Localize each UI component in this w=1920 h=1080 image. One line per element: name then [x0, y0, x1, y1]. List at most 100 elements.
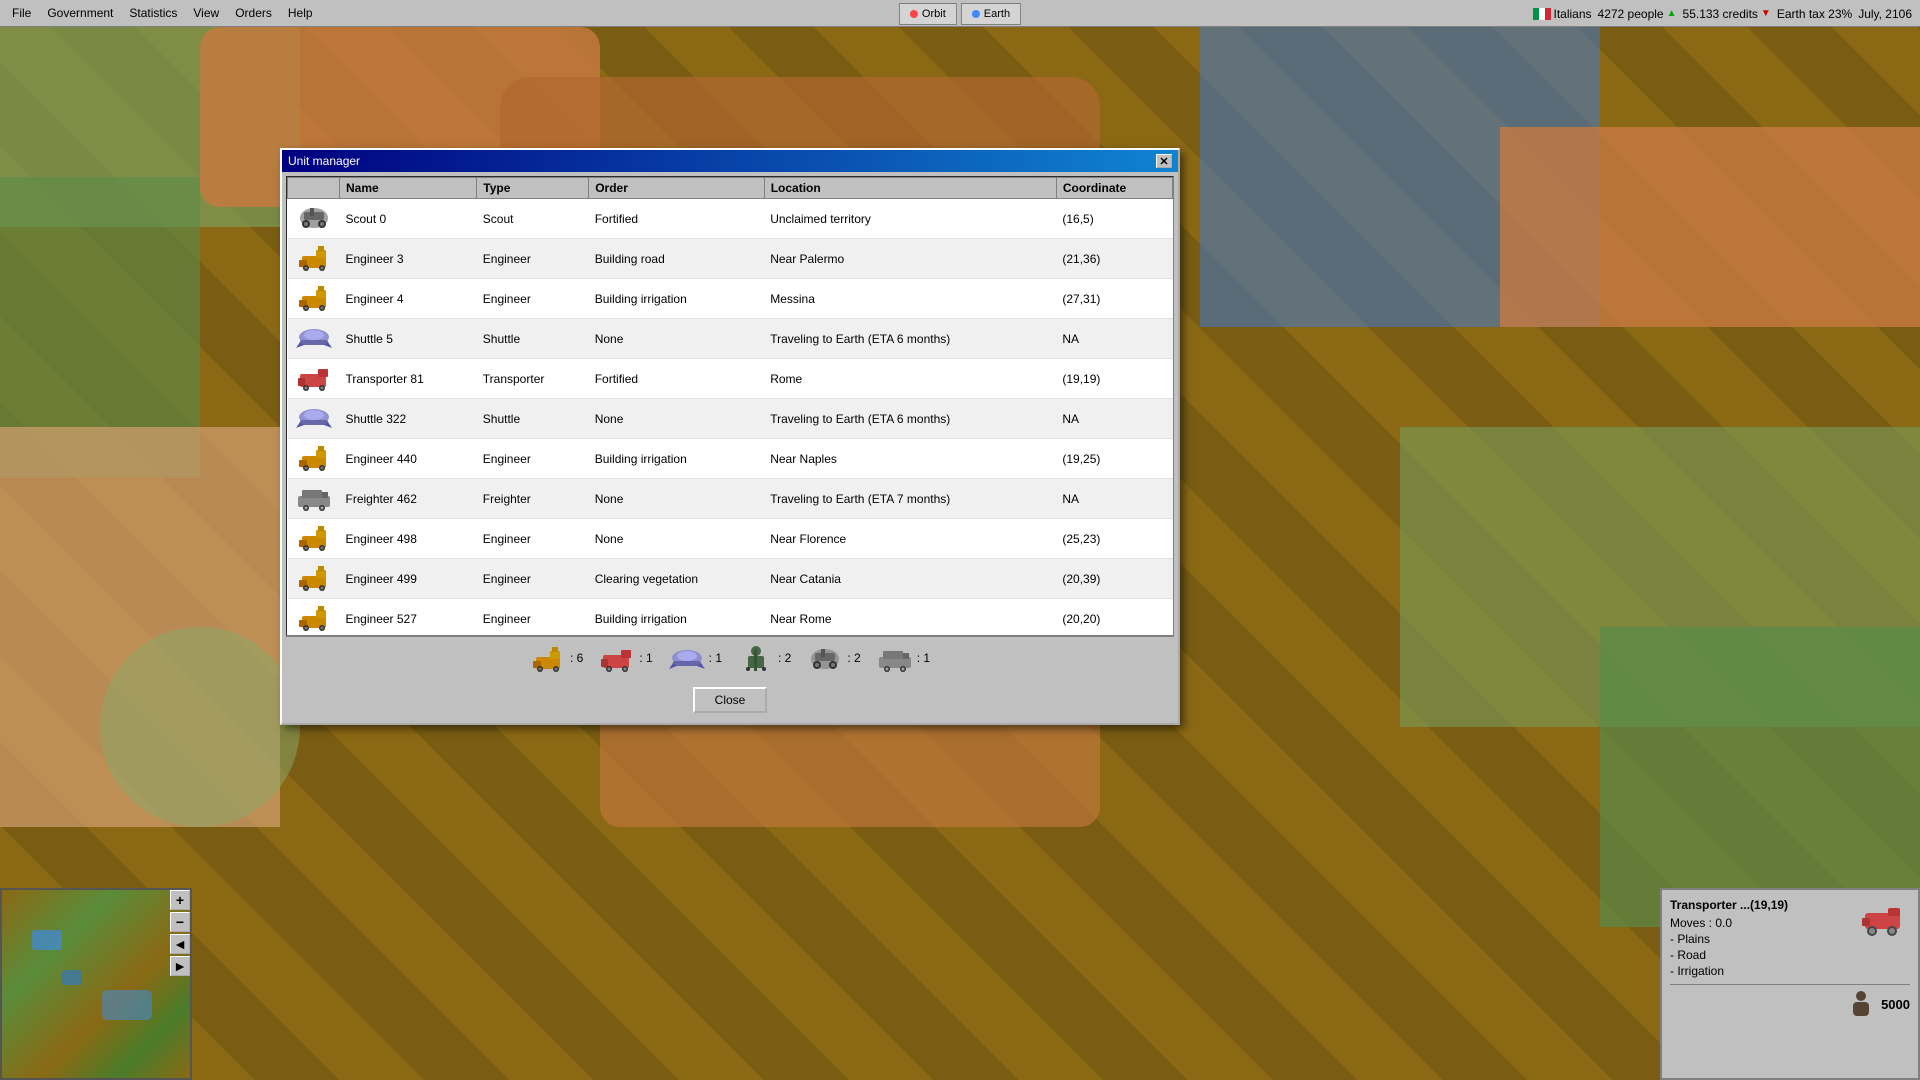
- table-row[interactable]: Shuttle 5 Shuttle None Traveling to Eart…: [288, 319, 1173, 359]
- table-row[interactable]: Engineer 498 Engineer None Near Florence…: [288, 519, 1173, 559]
- unit-type: Engineer: [477, 279, 589, 319]
- dialog-titlebar: Unit manager ✕: [282, 150, 1178, 172]
- table-row[interactable]: Engineer 440 Engineer Building irrigatio…: [288, 439, 1173, 479]
- col-icon: [288, 178, 340, 199]
- unit-icon-cell: [288, 519, 340, 559]
- col-coordinate[interactable]: Coordinate: [1056, 178, 1172, 199]
- close-button[interactable]: Close: [693, 687, 768, 713]
- unit-location: Rome: [764, 359, 1056, 399]
- col-location[interactable]: Location: [764, 178, 1056, 199]
- info-terrain3: - Irrigation: [1670, 964, 1788, 978]
- unit-coordinate: (16,5): [1056, 199, 1172, 239]
- people-stat: 4272 people ▲: [1598, 7, 1677, 21]
- unit-location: Unclaimed territory: [764, 199, 1056, 239]
- unit-table: Name Type Order Location Coordinate Scou…: [287, 177, 1173, 636]
- info-moves: Moves : 0.0: [1670, 916, 1788, 930]
- unit-order: Building irrigation: [589, 279, 765, 319]
- table-row[interactable]: Freighter 462 Freighter None Traveling t…: [288, 479, 1173, 519]
- unit-coordinate: (20,39): [1056, 559, 1172, 599]
- dialog-title: Unit manager: [288, 154, 360, 168]
- minimap-zoom-in[interactable]: +: [170, 890, 190, 910]
- unit-coordinate: (25,23): [1056, 519, 1172, 559]
- date-stat: July, 2106: [1858, 7, 1912, 21]
- col-type[interactable]: Type: [477, 178, 589, 199]
- menu-orders[interactable]: Orders: [227, 4, 280, 22]
- earth-button[interactable]: Earth: [961, 3, 1021, 25]
- credits-trend-icon: ▼: [1761, 8, 1771, 19]
- faction-name: Italians: [1554, 7, 1592, 21]
- minimap: + − ◄ ►: [0, 888, 192, 1080]
- unit-manager-footer: : 6 : 1 : 1 : 2: [286, 636, 1174, 679]
- unit-name: Scout 0: [340, 199, 477, 239]
- unit-type: Scout: [477, 199, 589, 239]
- unit-table-container[interactable]: Name Type Order Location Coordinate Scou…: [286, 176, 1174, 636]
- footer-unit-stat: : 2: [807, 643, 860, 673]
- info-separator: [1670, 984, 1910, 985]
- unit-order: Fortified: [589, 199, 765, 239]
- unit-location: Near Catania: [764, 559, 1056, 599]
- table-row[interactable]: Shuttle 322 Shuttle None Traveling to Ea…: [288, 399, 1173, 439]
- table-row[interactable]: Scout 0 Scout Fortified Unclaimed territ…: [288, 199, 1173, 239]
- col-name[interactable]: Name: [340, 178, 477, 199]
- unit-location: Near Palermo: [764, 239, 1056, 279]
- table-row[interactable]: Transporter 81 Transporter Fortified Rom…: [288, 359, 1173, 399]
- tax-stat: Earth tax 23%: [1777, 7, 1852, 21]
- unit-icon-cell: [288, 199, 340, 239]
- dialog-close-button[interactable]: ✕: [1156, 154, 1172, 168]
- table-row[interactable]: Engineer 499 Engineer Clearing vegetatio…: [288, 559, 1173, 599]
- info-unit-name: Transporter ...(19,19): [1670, 898, 1788, 912]
- unit-location: Near Rome: [764, 599, 1056, 637]
- unit-location: Traveling to Earth (ETA 6 months): [764, 319, 1056, 359]
- unit-preview-icon: [1860, 898, 1910, 938]
- unit-type: Engineer: [477, 519, 589, 559]
- people-icon: [1849, 989, 1873, 1019]
- unit-order: None: [589, 399, 765, 439]
- unit-icon-cell: [288, 279, 340, 319]
- table-row[interactable]: Engineer 3 Engineer Building road Near P…: [288, 239, 1173, 279]
- unit-name: Shuttle 322: [340, 399, 477, 439]
- unit-type: Engineer: [477, 559, 589, 599]
- credits-value: 55.133 credits: [1683, 7, 1758, 21]
- orbit-button[interactable]: Orbit: [899, 3, 957, 25]
- minimap-view[interactable]: [2, 890, 190, 1078]
- unit-coordinate: (20,20): [1056, 599, 1172, 637]
- table-row[interactable]: Engineer 527 Engineer Building irrigatio…: [288, 599, 1173, 637]
- unit-type: Engineer: [477, 439, 589, 479]
- footer-unit-stat: : 2: [738, 643, 791, 673]
- menu-view[interactable]: View: [185, 4, 227, 22]
- col-order[interactable]: Order: [589, 178, 765, 199]
- unit-icon-cell: [288, 239, 340, 279]
- footer-unit-stat: : 6: [530, 643, 583, 673]
- unit-name: Engineer 3: [340, 239, 477, 279]
- menu-help[interactable]: Help: [280, 4, 321, 22]
- unit-coordinate: NA: [1056, 399, 1172, 439]
- menu-government[interactable]: Government: [39, 4, 121, 22]
- table-row[interactable]: Engineer 4 Engineer Building irrigation …: [288, 279, 1173, 319]
- unit-coordinate: NA: [1056, 319, 1172, 359]
- menubar: File Government Statistics View Orders H…: [0, 0, 1920, 27]
- footer-unit-stat: : 1: [877, 643, 930, 673]
- menu-statistics[interactable]: Statistics: [121, 4, 185, 22]
- minimap-arrow-right[interactable]: ►: [170, 956, 190, 976]
- capacity-value: 5000: [1881, 997, 1910, 1012]
- info-terrain2: - Road: [1670, 948, 1788, 962]
- people-count: 4272 people: [1598, 7, 1664, 21]
- unit-coordinate: (21,36): [1056, 239, 1172, 279]
- info-panel: Transporter ...(19,19) Moves : 0.0 - Pla…: [1660, 888, 1920, 1080]
- orbit-icon: [910, 10, 918, 18]
- people-trend-icon: ▲: [1667, 8, 1677, 19]
- italian-flag: [1533, 8, 1551, 20]
- unit-type: Transporter: [477, 359, 589, 399]
- unit-order: None: [589, 319, 765, 359]
- minimap-arrow-left[interactable]: ◄: [170, 934, 190, 954]
- unit-icon-cell: [288, 439, 340, 479]
- minimap-zoom-out[interactable]: −: [170, 912, 190, 932]
- unit-icon-cell: [288, 319, 340, 359]
- unit-name: Engineer 4: [340, 279, 477, 319]
- unit-name: Freighter 462: [340, 479, 477, 519]
- faction-stat: Italians: [1533, 7, 1592, 21]
- menu-file[interactable]: File: [4, 4, 39, 22]
- unit-icon-cell: [288, 479, 340, 519]
- unit-order: Clearing vegetation: [589, 559, 765, 599]
- unit-icon-cell: [288, 559, 340, 599]
